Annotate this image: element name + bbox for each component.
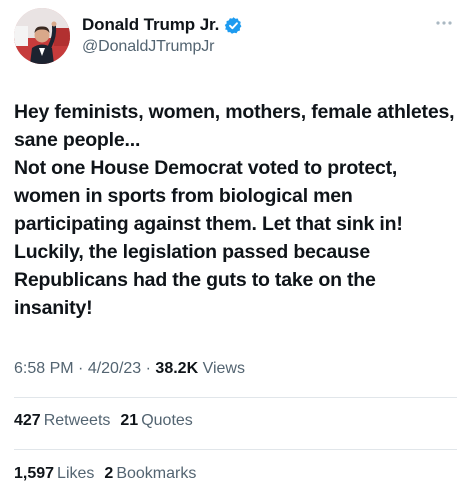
divider [14,449,457,450]
likes-count: 1,597 [14,465,55,482]
tweet-text-line: Not one House Democrat voted to protect,… [14,157,403,319]
views-label[interactable]: Views [198,360,245,377]
retweets-label: Retweets [43,412,111,429]
avatar-image [14,8,70,64]
retweets-count: 427 [14,412,41,429]
divider [14,397,457,398]
tweet-text-line: Hey feminists, women, mothers, female at… [14,101,455,151]
tweet-header: Donald Trump Jr. @DonaldJTrumpJr [14,8,459,68]
views-count[interactable]: 38.2K [155,360,198,377]
engagement-row-reposts: 427 Retweets 21 Quotes [14,412,203,430]
quotes-label: Quotes [141,412,193,429]
meta-separator: · [73,360,88,377]
author-handle[interactable]: @DonaldJTrumpJr [82,38,243,56]
likes-label: Likes [57,465,95,482]
bookmarks-link[interactable]: 2 Bookmarks [104,465,206,482]
quotes-link[interactable]: 21 Quotes [120,412,202,429]
tweet-date[interactable]: 4/20/23 [88,360,141,377]
verified-badge-icon [224,16,243,35]
meta-separator: · [141,360,156,377]
display-name-row: Donald Trump Jr. [82,14,243,36]
bookmarks-count: 2 [104,465,114,482]
engagement-row-likes: 1,597 Likes 2 Bookmarks [14,465,206,483]
tweet-text: Hey feminists, women, mothers, female at… [14,98,459,322]
bookmarks-label: Bookmarks [116,465,197,482]
tweet-meta: 6:58 PM · 4/20/23 · 38.2K Views [14,360,245,378]
author-avatar[interactable] [14,8,70,64]
more-dots [436,21,452,25]
quotes-count: 21 [120,412,139,429]
tweet-time[interactable]: 6:58 PM [14,360,74,377]
author-display-name[interactable]: Donald Trump Jr. [82,15,219,35]
retweets-link[interactable]: 427 Retweets [14,412,120,429]
author-info: Donald Trump Jr. @DonaldJTrumpJr [82,14,243,56]
tweet-card: Donald Trump Jr. @DonaldJTrumpJr Hey fem… [0,0,471,500]
more-horizontal-icon[interactable] [433,16,455,30]
likes-link[interactable]: 1,597 Likes [14,465,104,482]
